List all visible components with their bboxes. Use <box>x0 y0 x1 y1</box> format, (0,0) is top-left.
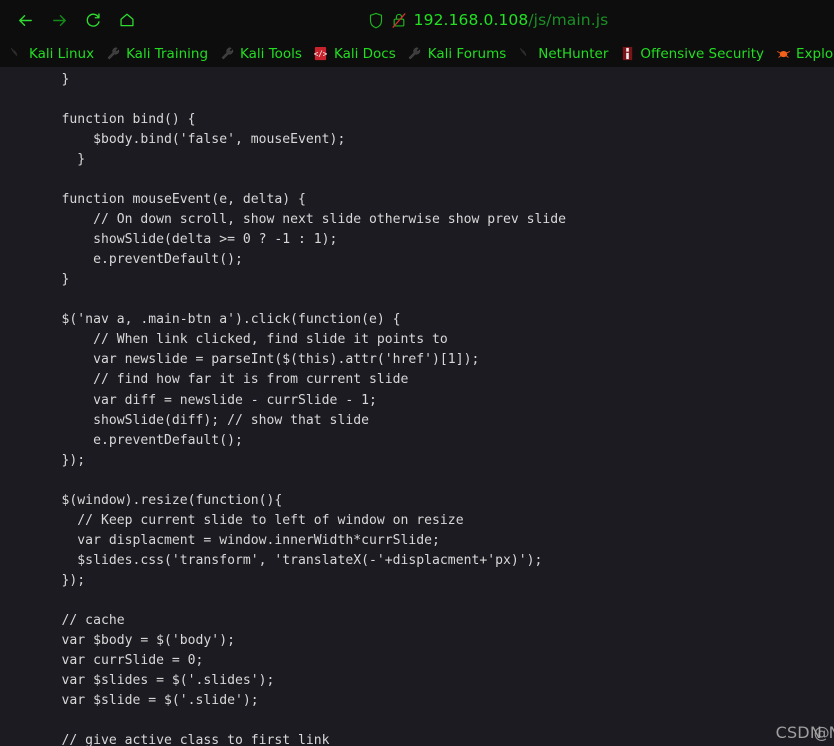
bookmark-label: NetHunter <box>538 45 609 62</box>
lock-crossed-icon[interactable] <box>391 12 407 28</box>
url-host: 192.168.0.108 <box>413 11 529 29</box>
bookmark-label: Kali Training <box>126 45 209 62</box>
home-icon <box>118 11 136 29</box>
bookmark-label: Kali Tools <box>240 45 302 62</box>
exploitdb-icon <box>775 46 791 62</box>
bookmark-label: Offensive Security <box>640 45 764 62</box>
bookmark-offensive-security[interactable]: Offensive Security <box>615 44 771 64</box>
page-content: } function bind() { $body.bind('false', … <box>0 67 834 746</box>
url-path: /js/main.js <box>528 11 609 29</box>
bookmark-kali-forums[interactable]: Kali Forums <box>403 44 514 64</box>
bookmark-kali-linux[interactable]: Kali Linux <box>4 44 101 64</box>
shield-icon[interactable] <box>368 12 384 28</box>
url-text: 192.168.0.108/js/main.js <box>414 11 609 29</box>
bookmark-exploit-db[interactable]: Exploit- <box>771 44 834 64</box>
navigation-toolbar: 192.168.0.108/js/main.js <box>0 0 834 40</box>
bookmark-kali-docs[interactable]: </> Kali Docs <box>309 44 403 64</box>
forward-button[interactable] <box>42 3 76 37</box>
kali-dragon-icon <box>8 46 24 62</box>
wrench-icon <box>219 46 235 62</box>
urlbar-container: 192.168.0.108/js/main.js <box>150 3 826 37</box>
browser-chrome: 192.168.0.108/js/main.js Kali Linux Kali… <box>0 0 834 67</box>
bookmark-nethunter[interactable]: NetHunter <box>513 44 615 64</box>
kali-docs-icon: </> <box>313 46 329 62</box>
svg-text:</>: </> <box>314 49 328 58</box>
offsec-icon <box>619 46 635 62</box>
kali-dragon-icon <box>517 46 533 62</box>
javascript-source-code: } function bind() { $body.bind('false', … <box>61 72 567 746</box>
arrow-left-icon <box>16 11 35 30</box>
bookmark-label: Exploit- <box>796 45 834 62</box>
bookmark-label: Kali Docs <box>333 45 396 62</box>
back-button[interactable] <box>8 3 42 37</box>
bookmark-label: Kali Linux <box>29 45 95 62</box>
home-button[interactable] <box>110 3 144 37</box>
arrow-right-icon <box>50 11 69 30</box>
reload-icon <box>84 11 102 29</box>
bookmark-kali-training[interactable]: Kali Training <box>101 44 215 64</box>
wrench-icon <box>105 46 121 62</box>
wrench-icon <box>407 46 423 62</box>
bookmark-label: Kali Forums <box>427 45 507 62</box>
bookmarks-bar: Kali Linux Kali Training Kali Tools </> … <box>0 40 834 67</box>
reload-button[interactable] <box>76 3 110 37</box>
bookmark-kali-tools[interactable]: Kali Tools <box>215 44 309 64</box>
address-bar[interactable]: 192.168.0.108/js/main.js <box>358 5 619 35</box>
